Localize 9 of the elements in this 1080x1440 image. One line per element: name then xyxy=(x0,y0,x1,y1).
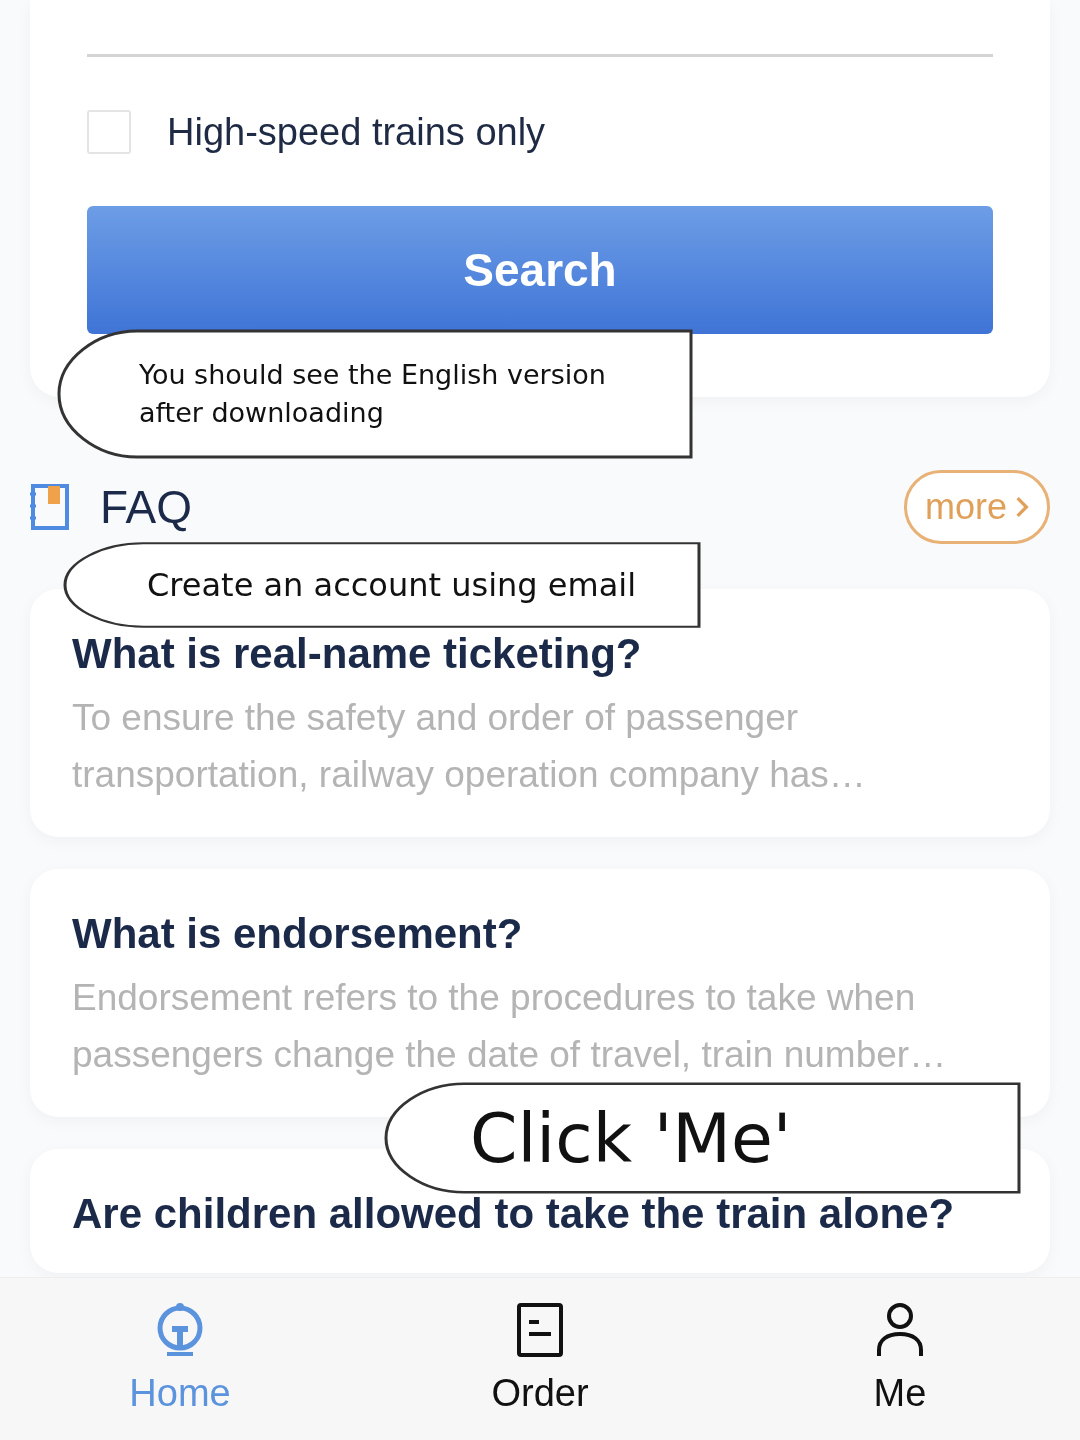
callout-tooltip: Create an account using email xyxy=(63,542,701,628)
checkbox-label: High-speed trains only xyxy=(167,110,546,154)
callout-tooltip: You should see the English version after downloading xyxy=(57,329,693,459)
callout-tooltip: Click 'Me' xyxy=(384,1082,1021,1194)
section-title: FAQ xyxy=(100,480,193,534)
faq-question: What is real-name ticketing? xyxy=(72,629,643,679)
faq-answer: To ensure the safety and order of passenger transportation, railway operation company has… xyxy=(72,696,867,797)
faq-question: What is endorsement? xyxy=(72,909,524,959)
faq-answer: Endorsement refers to the procedures to take when passengers change the date of travel, train number… xyxy=(72,976,948,1077)
